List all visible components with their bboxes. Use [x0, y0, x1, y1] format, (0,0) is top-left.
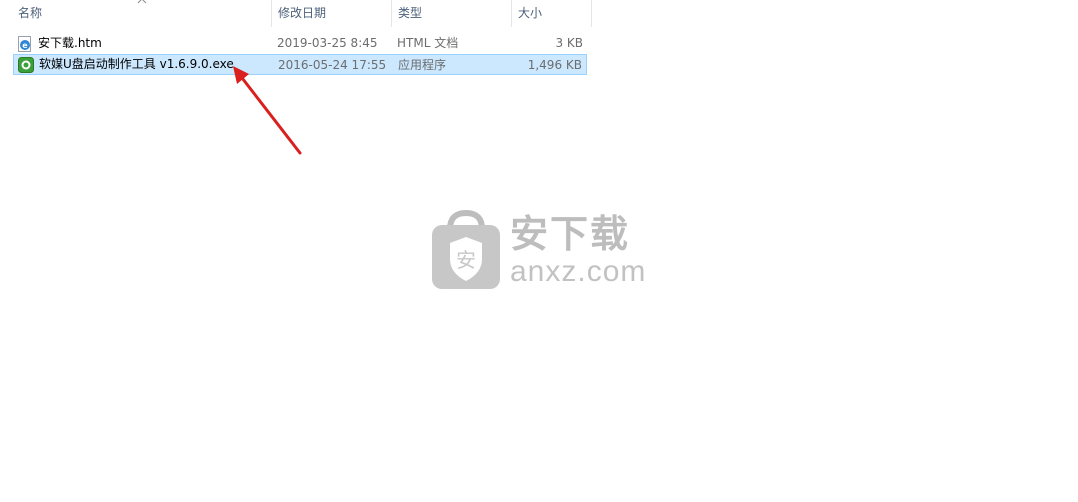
file-name-cell: 软媒U盘启动制作工具 v1.6.9.0.exe: [14, 55, 234, 74]
file-size: 1,496 KB: [527, 58, 582, 72]
file-row[interactable]: e 安下载.htm 2019-03-25 8:45 HTML 文档 3 KB: [13, 33, 587, 54]
svg-text:e: e: [22, 41, 28, 50]
column-header-type-label: 类型: [398, 6, 423, 20]
file-type: HTML 文档: [397, 36, 459, 50]
watermark-en: anxz.com: [510, 255, 647, 288]
shopping-bag-shield-icon: 安: [432, 209, 500, 289]
column-header-bar: 名称 修改日期 类型 大小: [0, 0, 592, 27]
file-explorer-view: 名称 修改日期 类型 大小 e 安下载.htm 2019-03-25 8:45 …: [0, 0, 1078, 502]
column-header-size[interactable]: 大小: [512, 0, 592, 27]
watermark-text: 安下载 anxz.com: [510, 212, 646, 288]
file-size: 3 KB: [555, 36, 583, 50]
red-arrow-annotation: [233, 66, 302, 155]
watermark-cn: 安下载: [510, 212, 631, 256]
file-name: 软媒U盘启动制作工具 v1.6.9.0.exe: [39, 57, 234, 71]
column-header-date-label: 修改日期: [278, 6, 327, 20]
watermark: 安 安下载 anxz.com: [430, 208, 650, 292]
watermark-badge: 安: [456, 248, 476, 272]
column-header-type[interactable]: 类型: [392, 0, 512, 27]
html-document-icon: e: [18, 35, 31, 52]
file-date: 2019-03-25 8:45: [277, 36, 378, 50]
application-icon: [18, 56, 34, 73]
file-type: 应用程序: [398, 58, 447, 72]
file-name: 安下载.htm: [38, 36, 102, 50]
column-header-date[interactable]: 修改日期: [272, 0, 392, 27]
sort-ascending-icon: [137, 0, 147, 4]
column-header-name-label: 名称: [18, 6, 43, 20]
file-name-cell: e 安下载.htm: [13, 33, 102, 54]
column-header-size-label: 大小: [518, 6, 543, 20]
